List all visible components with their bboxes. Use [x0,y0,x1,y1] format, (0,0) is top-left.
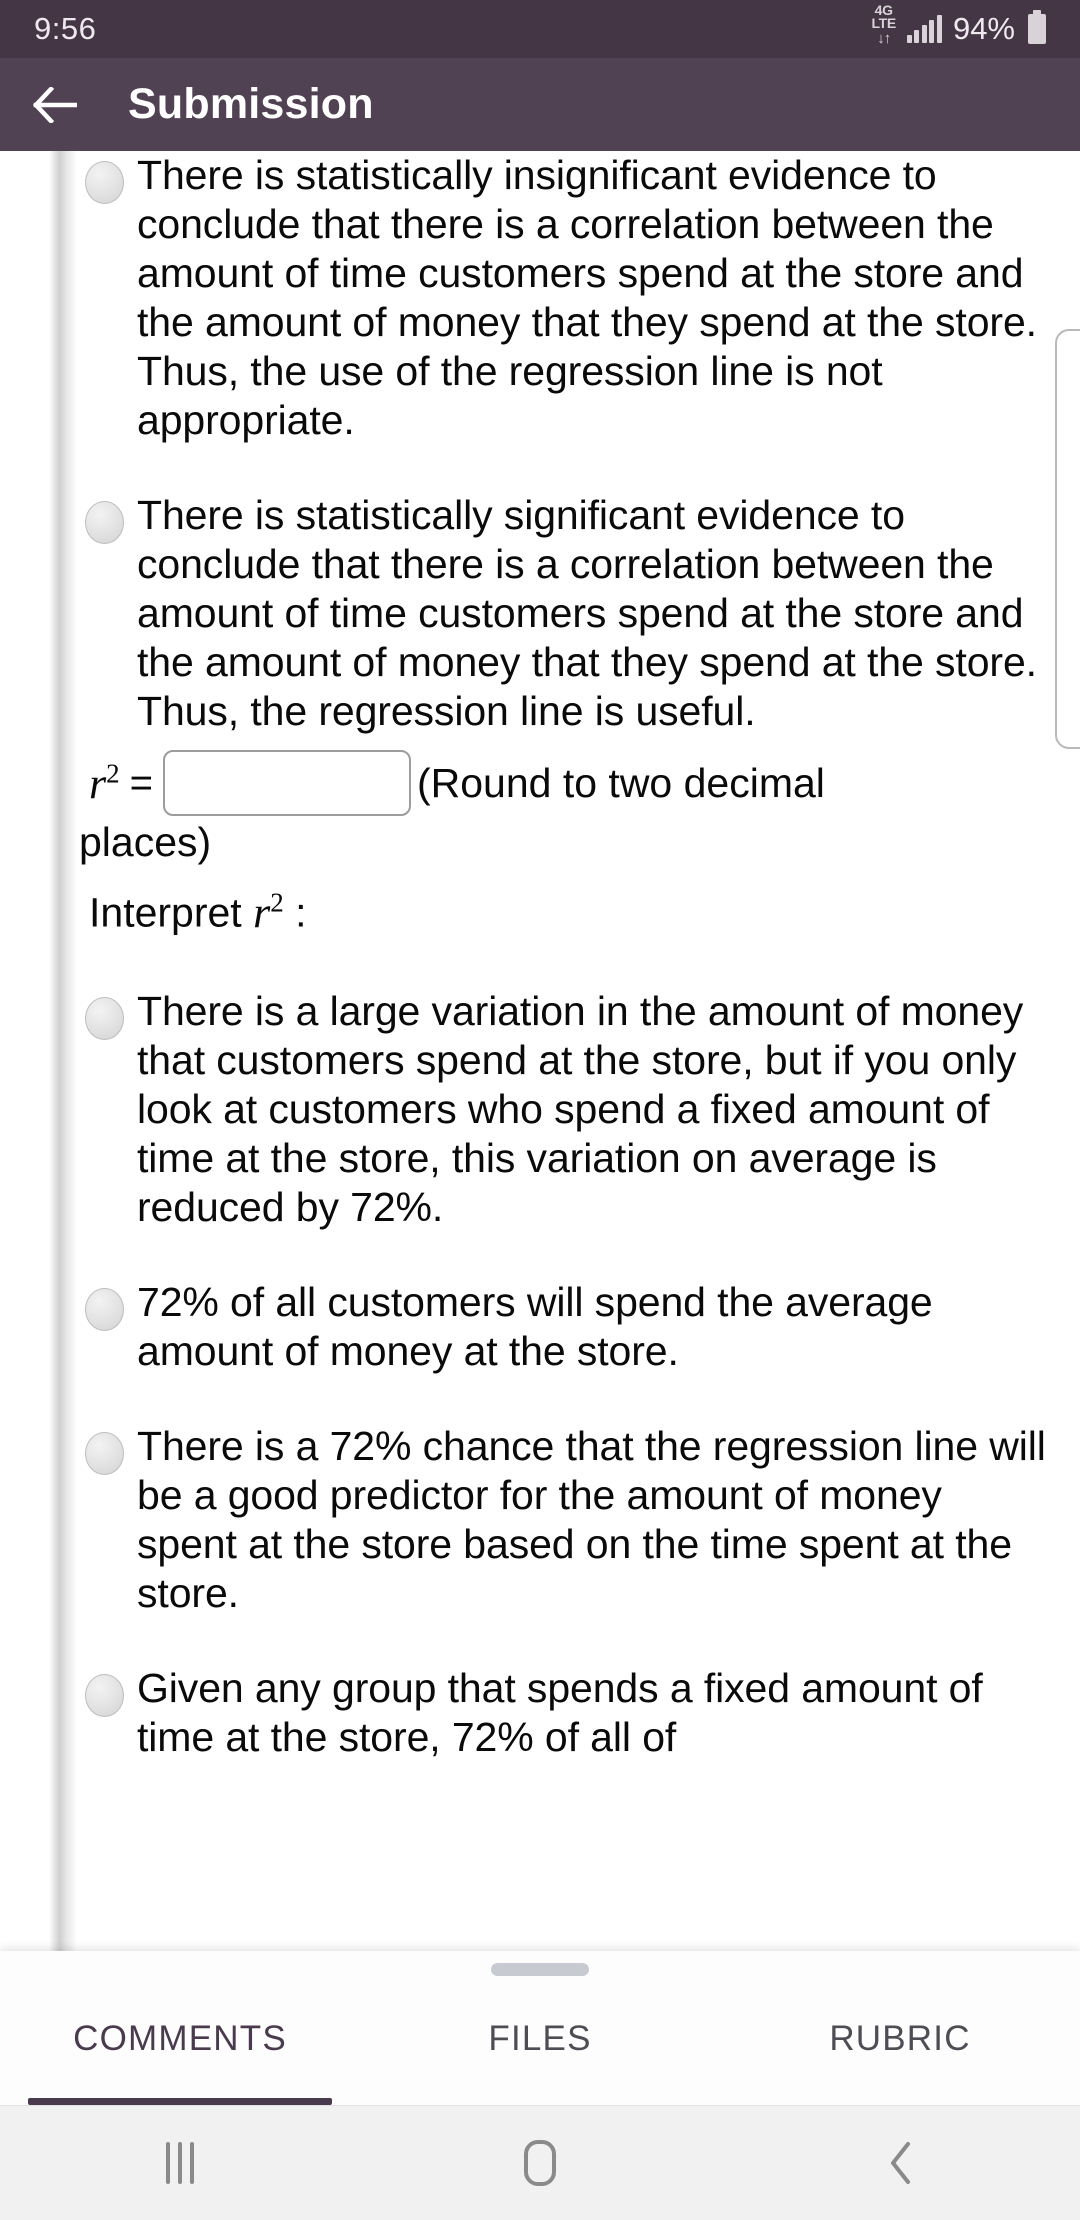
question-content: There is statistically insignificant evi… [77,151,1080,1762]
option-spacer [77,1618,1080,1664]
tab-bar: COMMENTS FILES RUBRIC [0,1991,1080,2105]
option-spacer [77,1232,1080,1278]
status-indicators: 4G LTE ↓↑ 94% [871,3,1046,47]
option-label: Given any group that spends a fixed amou… [137,1664,983,1760]
status-time: 9:56 [34,11,97,46]
home-icon [524,2140,556,2186]
rounding-hint: (Round to two decimal [416,759,825,806]
tab-label: COMMENTS [73,2019,287,2058]
back-arrow-icon [33,86,77,123]
option-label: There is statistically significant evide… [137,492,1037,734]
radio-button-icon[interactable] [85,1673,124,1717]
recent-apps-button[interactable] [0,2106,360,2220]
recent-apps-icon [166,2142,194,2184]
back-nav-button[interactable] [720,2106,1080,2220]
battery-percent: 94% [952,11,1015,46]
radio-button-icon[interactable] [85,501,124,544]
sheet-drag-handle[interactable] [491,1963,589,1976]
document-scroll-area[interactable]: There is statistically insignificant evi… [0,151,1080,1951]
radio-button-icon[interactable] [85,1287,124,1331]
android-navigation-bar [0,2105,1080,2220]
radio-option-72-chance[interactable]: There is a 72% chance that the regressio… [77,1422,1080,1618]
tab-label: FILES [488,2019,592,2058]
tab-files[interactable]: FILES [360,1991,720,2105]
option-label: There is a 72% chance that the regressio… [137,1422,1046,1616]
radio-button-icon[interactable] [85,996,124,1040]
radio-button-icon[interactable] [85,161,124,204]
rsq-symbol: r2 [89,757,120,808]
option-spacer [77,445,1080,491]
equals-sign: = [129,760,153,805]
tab-label: RUBRIC [829,2019,971,2058]
option-label: 72% of all customers will spend the aver… [137,1278,933,1374]
back-icon [891,2142,910,2184]
tab-rubric[interactable]: RUBRIC [720,1991,1080,2105]
back-button[interactable] [0,58,110,151]
tab-comments[interactable]: COMMENTS [0,1991,360,2105]
rsq-answer-row: r2 = (Round to two decimal [77,750,1080,816]
rsq-input[interactable] [162,750,411,816]
page-title: Submission [128,80,374,128]
bottom-tab-sheet: COMMENTS FILES RUBRIC [0,1951,1080,2105]
signal-bars-icon [906,15,942,43]
option-spacer [77,941,1080,987]
lte-network-icon: 4G LTE ↓↑ [871,3,896,47]
radio-option-72-average[interactable]: 72% of all customers will spend the aver… [77,1278,1080,1376]
option-label: There is a large variation in the amount… [137,987,1024,1230]
interpret-suffix: : [283,889,307,936]
page-edge-shadow [49,151,77,1951]
radio-option-given-group[interactable]: Given any group that spends a fixed amou… [77,1664,1080,1762]
radio-option-large-variation[interactable]: There is a large variation in the amount… [77,987,1080,1232]
interpret-rsq-symbol: r2 [253,887,284,937]
option-spacer [77,1376,1080,1422]
option-label: There is statistically insignificant evi… [137,152,1037,443]
interpret-prefix: Interpret [89,889,254,936]
data-transfer-arrows-icon: ↓↑ [877,30,891,47]
status-bar: 9:56 4G LTE ↓↑ 94% [0,0,1080,58]
interpret-prompt: Interpret r2 : [77,874,1080,941]
app-bar: Submission [0,58,1080,151]
rounding-hint-continued: places) [79,819,212,865]
home-button[interactable] [360,2106,720,2220]
radio-button-icon[interactable] [85,1431,124,1475]
battery-icon [1028,10,1046,44]
radio-option-insignificant[interactable]: There is statistically insignificant evi… [77,151,1080,445]
radio-option-significant[interactable]: There is statistically significant evide… [77,491,1080,736]
network-type-bottom: LTE [871,15,896,32]
